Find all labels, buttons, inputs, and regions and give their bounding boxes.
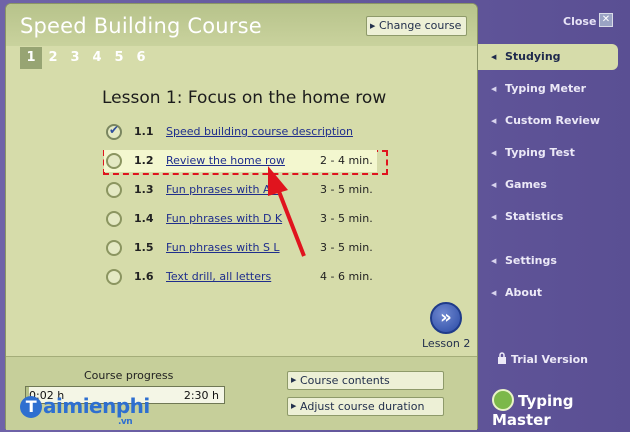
lock-icon [498,352,506,364]
lesson-item-number: 1.5 [134,241,154,254]
sidebar-item-custom-review[interactable]: Custom Review [478,108,618,134]
course-contents-button[interactable]: Course contents [287,371,444,390]
sidebar-item-typing-meter[interactable]: Typing Meter [478,76,618,102]
lesson-radio-icon [106,240,122,256]
lesson-item-link[interactable]: Review the home row [166,154,285,167]
lesson-radio-icon [106,211,122,227]
close-icon[interactable]: ✕ [599,13,613,27]
lesson-item-duration: 3 - 5 min. [320,183,373,196]
sidebar-item-typing-test[interactable]: Typing Test [478,140,618,166]
lesson-item-number: 1.2 [134,154,154,167]
lesson-item-link[interactable]: Speed building course description [166,125,353,138]
lesson-item-duration: 3 - 5 min. [320,241,373,254]
lesson-item-1-6[interactable]: 1.6 Text drill, all letters 4 - 6 min. [104,266,377,288]
trial-version-text: Trial Version [511,353,589,366]
lesson-item-link[interactable]: Fun phrases with S L [166,241,280,254]
completed-check-icon [106,123,122,140]
watermark-t-icon: T [20,396,42,418]
close-label[interactable]: Close [563,15,596,28]
lesson-item-1-2[interactable]: 1.2 Review the home row 2 - 4 min. [104,150,377,172]
lesson-number-tabs: 1 2 3 4 5 6 [20,47,152,69]
lesson-item-number: 1.3 [134,183,154,196]
next-lesson-label[interactable]: Lesson 2 [422,337,470,350]
lesson-item-link[interactable]: Fun phrases with A L [166,183,280,196]
lesson-item-1-3[interactable]: 1.3 Fun phrases with A L 3 - 5 min. [104,179,377,201]
app-window: Speed Building Course Change course 1 2 … [0,0,630,432]
progress-end-time: 2:30 h [183,389,219,402]
lesson-radio-icon [106,269,122,285]
adjust-duration-button[interactable]: Adjust course duration [287,397,444,416]
lesson-tab-3[interactable]: 3 [64,47,86,69]
bottom-bar: Course progress 0:02 h 2:30 h Course con… [6,356,477,430]
lesson-item-1-1[interactable]: 1.1 Speed building course description [104,121,377,143]
course-title: Speed Building Course [20,14,262,38]
watermark-suffix: .vn [118,417,133,427]
lesson-tab-6[interactable]: 6 [130,47,152,69]
lesson-item-duration: 4 - 6 min. [320,270,373,283]
typing-master-logo: Typing Master [492,389,630,429]
typing-master-logo-icon [492,389,514,411]
lesson-item-number: 1.6 [134,270,154,283]
sidebar-item-statistics[interactable]: Statistics [478,204,618,230]
lesson-radio-icon [106,153,122,169]
sidebar-item-about[interactable]: About [478,280,618,306]
lesson-title: Lesson 1: Focus on the home row [102,88,387,108]
lesson-radio-icon [106,182,122,198]
sidebar-item-settings[interactable]: Settings [478,248,618,274]
lesson-item-number: 1.4 [134,212,154,225]
lesson-item-link[interactable]: Text drill, all letters [166,270,271,283]
lesson-tab-4[interactable]: 4 [86,47,108,69]
lesson-item-duration: 2 - 4 min. [320,154,373,167]
lesson-item-1-4[interactable]: 1.4 Fun phrases with D K 3 - 5 min. [104,208,377,230]
sidebar-item-games[interactable]: Games [478,172,618,198]
trial-version-label: Trial Version [497,352,588,366]
lesson-tab-1[interactable]: 1 [20,47,42,69]
course-progress-label: Course progress [84,369,174,382]
lesson-tab-2[interactable]: 2 [42,47,64,69]
lesson-item-1-5[interactable]: 1.5 Fun phrases with S L 3 - 5 min. [104,237,377,259]
main-panel: Speed Building Course Change course 1 2 … [5,3,478,430]
change-course-button[interactable]: Change course [366,16,467,36]
watermark-text: aimienphi [43,394,150,418]
lesson-item-duration: 3 - 5 min. [320,212,373,225]
lesson-item-number: 1.1 [134,125,154,138]
next-lesson-button[interactable]: » [430,302,462,334]
sidebar-item-studying[interactable]: Studying [478,44,618,70]
watermark-logo: Taimienphi .vn [20,394,150,427]
lesson-item-link[interactable]: Fun phrases with D K [166,212,282,225]
lesson-tab-5[interactable]: 5 [108,47,130,69]
